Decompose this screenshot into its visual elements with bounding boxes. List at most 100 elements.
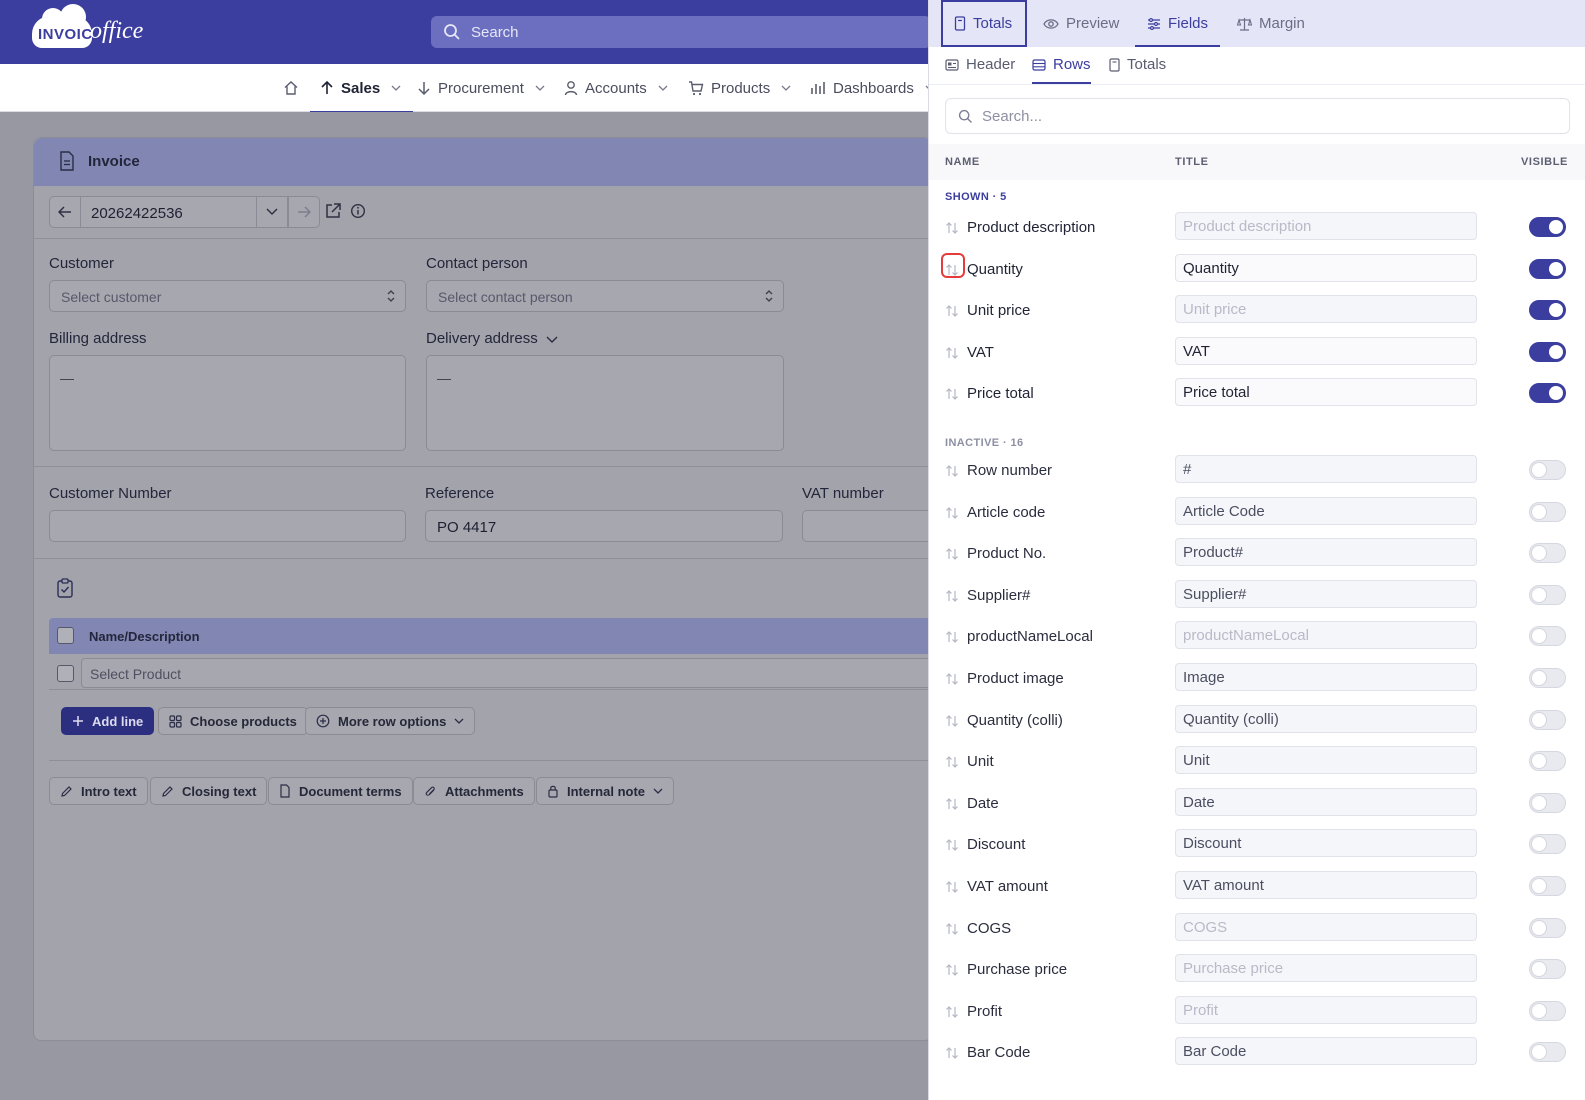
reference-input[interactable]: PO 4417 <box>425 510 783 542</box>
field-visible-toggle[interactable] <box>1529 383 1566 403</box>
field-title-input-placeholder[interactable]: Unit price <box>1175 295 1477 323</box>
chevron-down-icon[interactable] <box>546 336 558 344</box>
field-title-input-placeholder[interactable]: productNameLocal <box>1175 621 1477 649</box>
select-all-checkbox[interactable] <box>57 627 74 644</box>
drag-handle-icon[interactable] <box>945 922 959 939</box>
drag-handle-icon[interactable] <box>945 672 959 689</box>
field-title-input-placeholder[interactable]: COGS <box>1175 913 1477 941</box>
tab-preview[interactable]: Preview <box>1043 0 1119 47</box>
field-title-input[interactable]: Supplier# <box>1175 580 1477 608</box>
drag-handle-icon[interactable] <box>945 221 959 238</box>
drag-handle-icon[interactable] <box>945 387 959 404</box>
billing-address-field[interactable]: — <box>49 355 406 451</box>
field-visible-toggle[interactable] <box>1529 710 1566 730</box>
nav-sales[interactable]: Sales <box>309 64 414 113</box>
choose-products-button[interactable]: Choose products <box>158 707 308 735</box>
field-visible-toggle[interactable] <box>1529 751 1566 771</box>
document-terms-button[interactable]: Document terms <box>268 777 413 805</box>
invoice-number-input[interactable]: 20262422536 <box>81 196 256 228</box>
customer-number-input[interactable] <box>49 510 406 542</box>
global-search-input[interactable]: Search <box>431 16 931 48</box>
vat-number-input[interactable] <box>802 510 932 542</box>
field-visible-toggle[interactable] <box>1529 876 1566 896</box>
intro-text-button[interactable]: Intro text <box>49 777 148 805</box>
field-title-input[interactable]: Date <box>1175 788 1477 816</box>
field-title-input-placeholder[interactable]: Product description <box>1175 212 1477 240</box>
drag-handle-icon[interactable] <box>945 797 959 814</box>
drag-handle-icon[interactable] <box>945 589 959 606</box>
field-visible-toggle[interactable] <box>1529 626 1566 646</box>
field-search-input[interactable]: Search... <box>945 98 1570 134</box>
field-title-input[interactable]: VAT amount <box>1175 871 1477 899</box>
field-title-input[interactable]: Price total <box>1175 378 1477 406</box>
field-title-input[interactable]: Product# <box>1175 538 1477 566</box>
field-title-input[interactable]: Quantity <box>1175 254 1477 282</box>
field-visible-toggle[interactable] <box>1529 259 1566 279</box>
internal-note-button[interactable]: Internal note <box>536 777 675 805</box>
field-visible-toggle[interactable] <box>1529 585 1566 605</box>
drag-handle-icon[interactable] <box>945 714 959 731</box>
subtab-header[interactable]: Header <box>945 56 1015 84</box>
field-visible-toggle[interactable] <box>1529 217 1566 237</box>
delivery-address-field[interactable]: — <box>426 355 784 451</box>
field-title-input[interactable]: Unit <box>1175 746 1477 774</box>
drag-handle-icon[interactable] <box>945 1046 959 1063</box>
tab-fields[interactable]: Fields <box>1134 0 1221 47</box>
select-product-input[interactable]: Select Product <box>81 658 929 688</box>
customer-select[interactable]: Select customer <box>49 280 406 312</box>
field-title-input[interactable]: Quantity (colli) <box>1175 705 1477 733</box>
drag-handle-icon[interactable] <box>945 630 959 647</box>
drag-handle-icon[interactable] <box>945 346 959 363</box>
field-title-input-placeholder[interactable]: Purchase price <box>1175 954 1477 982</box>
field-visible-toggle[interactable] <box>1529 793 1566 813</box>
next-invoice-button[interactable] <box>288 196 320 228</box>
field-visible-toggle[interactable] <box>1529 300 1566 320</box>
row-checkbox[interactable] <box>57 665 74 682</box>
drag-handle-icon[interactable] <box>945 880 959 897</box>
drag-handle-icon[interactable] <box>945 464 959 481</box>
app-logo[interactable]: INVOICE office <box>32 4 174 50</box>
drag-handle-icon[interactable] <box>945 547 959 564</box>
field-visible-toggle[interactable] <box>1529 460 1566 480</box>
field-visible-toggle[interactable] <box>1529 1001 1566 1021</box>
closing-text-button[interactable]: Closing text <box>150 777 268 805</box>
previous-invoice-button[interactable] <box>49 196 81 228</box>
field-visible-toggle[interactable] <box>1529 543 1566 563</box>
nav-products[interactable]: Products <box>688 64 791 112</box>
field-title-input[interactable]: Bar Code <box>1175 1037 1477 1065</box>
field-visible-toggle[interactable] <box>1529 1042 1566 1062</box>
contact-person-select[interactable]: Select contact person <box>426 280 784 312</box>
field-visible-toggle[interactable] <box>1529 918 1566 938</box>
tab-totals[interactable]: Totals <box>941 0 1027 47</box>
drag-handle-icon[interactable] <box>945 838 959 855</box>
clipboard-check-icon[interactable] <box>56 578 74 598</box>
field-title-input[interactable]: Article Code <box>1175 497 1477 525</box>
field-visible-toggle[interactable] <box>1529 668 1566 688</box>
drag-handle-icon[interactable] <box>945 755 959 772</box>
drag-handle-icon[interactable] <box>945 304 959 321</box>
field-title-input[interactable]: VAT <box>1175 337 1477 365</box>
field-title-input[interactable]: Discount <box>1175 829 1477 857</box>
field-title-input[interactable]: Image <box>1175 663 1477 691</box>
drag-handle-icon[interactable] <box>945 963 959 980</box>
add-line-button[interactable]: Add line <box>61 707 155 735</box>
field-title-input-placeholder[interactable]: Profit <box>1175 996 1477 1024</box>
subtab-rows[interactable]: Rows <box>1032 56 1091 84</box>
attachments-button[interactable]: Attachments <box>413 777 535 805</box>
field-visible-toggle[interactable] <box>1529 502 1566 522</box>
info-icon[interactable] <box>350 203 366 219</box>
field-visible-toggle[interactable] <box>1529 834 1566 854</box>
more-row-options-button[interactable]: More row options <box>305 707 476 735</box>
drag-handle-icon[interactable] <box>945 1005 959 1022</box>
nav-home[interactable] <box>283 64 299 112</box>
field-visible-toggle[interactable] <box>1529 342 1566 362</box>
field-title-input[interactable]: # <box>1175 455 1477 483</box>
nav-procurement[interactable]: Procurement <box>417 64 545 112</box>
drag-handle-icon[interactable] <box>945 263 959 280</box>
invoice-number-dropdown-button[interactable] <box>256 196 288 228</box>
field-visible-toggle[interactable] <box>1529 959 1566 979</box>
open-external-icon[interactable] <box>324 202 342 220</box>
nav-accounts[interactable]: Accounts <box>564 64 668 112</box>
drag-handle-icon[interactable] <box>945 506 959 523</box>
tab-margin[interactable]: Margin <box>1237 0 1305 47</box>
